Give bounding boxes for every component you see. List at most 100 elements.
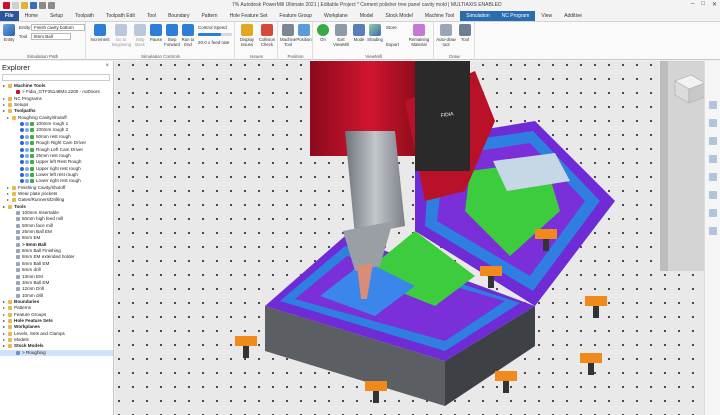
remaining-material-button[interactable]: Remaining Material bbox=[406, 24, 432, 47]
toolpath-item[interactable]: Rough Right Cam Driver bbox=[0, 140, 113, 146]
toolpath-item[interactable]: Rough Left Cam Driver bbox=[0, 147, 113, 153]
maximize-button[interactable]: □ bbox=[701, 1, 705, 8]
toolpath-item[interactable]: 100mm rough 2 bbox=[0, 127, 113, 133]
explorer-item[interactable]: ▸ Boundaries bbox=[0, 299, 113, 305]
tab-toolpath-edit[interactable]: Toolpath Edit bbox=[100, 11, 141, 21]
draw-tool-button[interactable]: Tool bbox=[457, 24, 473, 42]
tab-view[interactable]: View bbox=[535, 11, 558, 21]
tool-item[interactable]: 13mm EM bbox=[0, 274, 113, 280]
toolpath-status-icon[interactable] bbox=[20, 153, 24, 158]
expander-icon[interactable]: ▸ bbox=[3, 312, 7, 318]
tool-item[interactable]: 25mm Ball EM bbox=[0, 229, 113, 235]
view-tool-icon-3[interactable] bbox=[709, 137, 717, 145]
tool-item[interactable]: > 8mm Ball bbox=[0, 242, 113, 248]
exit-viewmill-button[interactable]: Exit ViewMill bbox=[331, 24, 351, 47]
tool-item[interactable]: 10mm drill bbox=[0, 293, 113, 299]
toolpath-visibility-icon[interactable] bbox=[25, 153, 29, 158]
expander-icon[interactable]: ▸ bbox=[7, 185, 11, 191]
explorer-close-icon[interactable]: × bbox=[105, 63, 109, 69]
tab-model[interactable]: Model bbox=[354, 11, 380, 21]
tool-item[interactable]: 8mm Ball Finishing bbox=[0, 248, 113, 254]
explorer-item[interactable]: ▸ Tools bbox=[0, 204, 113, 210]
shading-button[interactable]: Shading bbox=[367, 24, 383, 42]
expander-icon[interactable]: ▸ bbox=[3, 102, 7, 108]
tool-item[interactable]: 50mm face mill bbox=[0, 223, 113, 229]
toolpath-item[interactable]: Lower left rest rough bbox=[0, 172, 113, 178]
expander-icon[interactable]: ▸ bbox=[3, 337, 7, 343]
explorer-item[interactable]: ▸ Workplanes bbox=[0, 324, 113, 330]
auto-draw-tool-button[interactable]: Auto-draw tool bbox=[436, 24, 456, 47]
expander-icon[interactable]: ▸ bbox=[3, 324, 7, 330]
tool-item[interactable]: 50mm high feed mill bbox=[0, 216, 113, 222]
tab-stock-model[interactable]: Stock Model bbox=[379, 11, 419, 21]
explorer-item[interactable]: > Fidia_GTF35148M4.2200 - noDoors bbox=[0, 89, 113, 95]
toolpath-item[interactable]: Upper right rest rough bbox=[0, 166, 113, 172]
explorer-item[interactable]: > Roughing bbox=[0, 349, 113, 356]
mode-button[interactable]: Mode bbox=[352, 24, 366, 42]
toolpath-status-icon[interactable] bbox=[20, 166, 24, 171]
view-tool-icon-1[interactable] bbox=[709, 101, 717, 109]
tab-nc-program[interactable]: NC Program bbox=[495, 11, 536, 21]
view-tool-icon-4[interactable] bbox=[709, 155, 717, 163]
tab-hole-feature-set[interactable]: Hole Feature Set bbox=[224, 11, 274, 21]
view-tool-icon-7[interactable] bbox=[709, 209, 717, 217]
tab-home[interactable]: Home bbox=[19, 11, 44, 21]
toolpath-visibility-icon[interactable] bbox=[25, 160, 29, 165]
go-to-beginning-button[interactable]: Go to Beginning bbox=[112, 24, 131, 47]
tool-item[interactable]: 100mm Insertable bbox=[0, 210, 113, 216]
tab-feature-group[interactable]: Feature Group bbox=[273, 11, 318, 21]
explorer-item[interactable]: ▸ Hole Feature Sets bbox=[0, 318, 113, 324]
toolpath-status-icon[interactable] bbox=[20, 147, 24, 152]
collision-check-button[interactable]: Collision Check bbox=[257, 24, 277, 47]
explorer-search-input[interactable] bbox=[2, 74, 110, 81]
explorer-item[interactable]: ▸ Machine Tools bbox=[0, 83, 113, 89]
explorer-item[interactable]: ▸ Models bbox=[0, 337, 113, 343]
toolpath-item[interactable]: 25mm rest rough bbox=[0, 153, 113, 159]
toolpath-visibility-icon[interactable] bbox=[25, 172, 29, 177]
app-logo-icon[interactable] bbox=[3, 2, 10, 9]
entity-dropdown[interactable]: Finish cavity bottom bbox=[31, 24, 85, 31]
tool-item[interactable]: 6mm Ball EM bbox=[0, 261, 113, 267]
tab-tool[interactable]: Tool bbox=[141, 11, 162, 21]
expander-icon[interactable]: ▸ bbox=[3, 299, 7, 305]
viewmill-on-button[interactable]: On bbox=[316, 24, 330, 42]
tab-file[interactable]: File bbox=[0, 11, 19, 21]
display-issues-button[interactable]: Display Issues bbox=[237, 24, 257, 47]
expander-icon[interactable]: ▸ bbox=[3, 83, 7, 89]
view-tool-icon-2[interactable] bbox=[709, 119, 717, 127]
toolpath-status-icon[interactable] bbox=[20, 128, 24, 133]
explorer-item[interactable]: ▸ Gates/Runners/Drilling bbox=[0, 197, 113, 203]
open-icon[interactable] bbox=[21, 2, 28, 9]
tool-item[interactable]: 12mm Drill bbox=[0, 286, 113, 292]
view-tool-icon-8[interactable] bbox=[709, 227, 717, 235]
view-tool-icon-5[interactable] bbox=[709, 173, 717, 181]
tab-boundary[interactable]: Boundary bbox=[162, 11, 195, 21]
toolpath-status-icon[interactable] bbox=[20, 179, 24, 184]
step-forward-button[interactable]: Step Forward bbox=[164, 24, 180, 47]
position-button[interactable]: Position bbox=[296, 24, 312, 42]
toolpath-visibility-icon[interactable] bbox=[25, 179, 29, 184]
speed-slider[interactable] bbox=[198, 33, 232, 36]
expander-icon[interactable]: ▸ bbox=[7, 197, 11, 203]
expander-icon[interactable]: ▸ bbox=[3, 204, 7, 210]
export-button[interactable]: Export bbox=[386, 42, 399, 47]
machine-tool-button[interactable]: Machine Tool bbox=[280, 24, 296, 47]
tab-pattern[interactable]: Pattern bbox=[195, 11, 223, 21]
explorer-item[interactable]: ▸ Finishing Cavity/shutoff bbox=[0, 185, 113, 191]
tool-item[interactable]: 3mm Ball EM bbox=[0, 280, 113, 286]
toolpath-visibility-icon[interactable] bbox=[25, 141, 29, 146]
toolpath-visibility-icon[interactable] bbox=[25, 134, 29, 139]
tab-setup[interactable]: Setup bbox=[44, 11, 69, 21]
tab-workplane[interactable]: Workplane bbox=[318, 11, 354, 21]
toolpath-visibility-icon[interactable] bbox=[25, 122, 29, 127]
run-to-end-button[interactable]: Run to End bbox=[181, 24, 195, 47]
increment-button[interactable]: Increment bbox=[89, 24, 111, 42]
toolpath-status-icon[interactable] bbox=[20, 160, 24, 165]
new-icon[interactable] bbox=[12, 2, 19, 9]
tab-machine-tool[interactable]: Machine Tool bbox=[419, 11, 460, 21]
toolpath-visibility-icon[interactable] bbox=[25, 166, 29, 171]
toolpath-item[interactable]: 100mm rough 1 bbox=[0, 121, 113, 127]
tool-item[interactable]: 8mm EM bbox=[0, 235, 113, 241]
explorer-item[interactable]: ▸ NC Programs bbox=[0, 96, 113, 102]
tab-additive[interactable]: Additive bbox=[558, 11, 588, 21]
